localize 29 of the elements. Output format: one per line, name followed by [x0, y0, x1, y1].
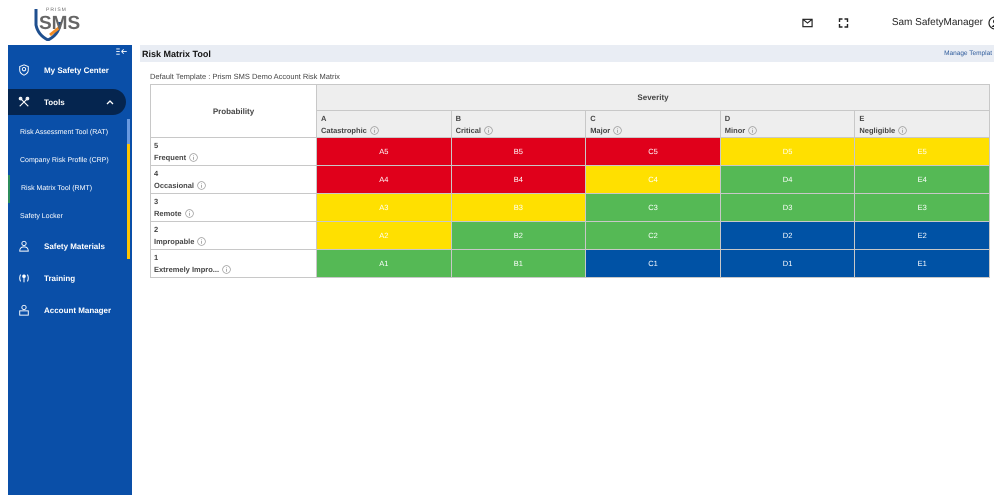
nav-item[interactable]: Training — [8, 265, 126, 291]
logo-text: SMS — [39, 12, 80, 34]
fullscreen-icon[interactable] — [838, 18, 849, 28]
info-icon[interactable] — [484, 126, 494, 134]
nav-item[interactable]: My Safety Center — [8, 57, 126, 83]
info-icon[interactable] — [370, 126, 379, 134]
info-icon[interactable] — [222, 265, 232, 274]
nav-item[interactable]: Safety Materials — [8, 233, 126, 259]
info-icon[interactable] — [613, 126, 622, 134]
user-name[interactable]: Sam SafetyManager — [892, 17, 983, 28]
table-header: Severity — [316, 84, 990, 110]
info-icon[interactable] — [189, 153, 198, 162]
person-icon — [18, 240, 30, 252]
signal-icon — [18, 272, 30, 284]
info-icon[interactable] — [898, 126, 908, 134]
nav-item[interactable]: Account Manager — [8, 297, 126, 323]
shield-icon — [18, 64, 30, 76]
person-icon — [18, 304, 30, 316]
collapse-icon[interactable] — [116, 48, 127, 55]
scrollbar[interactable] — [127, 119, 130, 259]
page-title: Risk Matrix Tool — [142, 48, 211, 58]
mail-icon[interactable] — [802, 18, 813, 28]
info-icon[interactable] — [184, 209, 194, 218]
info-icon[interactable] — [748, 126, 758, 134]
info-icon[interactable] — [197, 181, 206, 190]
nav-item[interactable]: Tools — [8, 89, 126, 115]
info-icon[interactable] — [197, 237, 206, 246]
tools-icon — [18, 96, 30, 108]
table-header: Probability — [150, 84, 316, 138]
